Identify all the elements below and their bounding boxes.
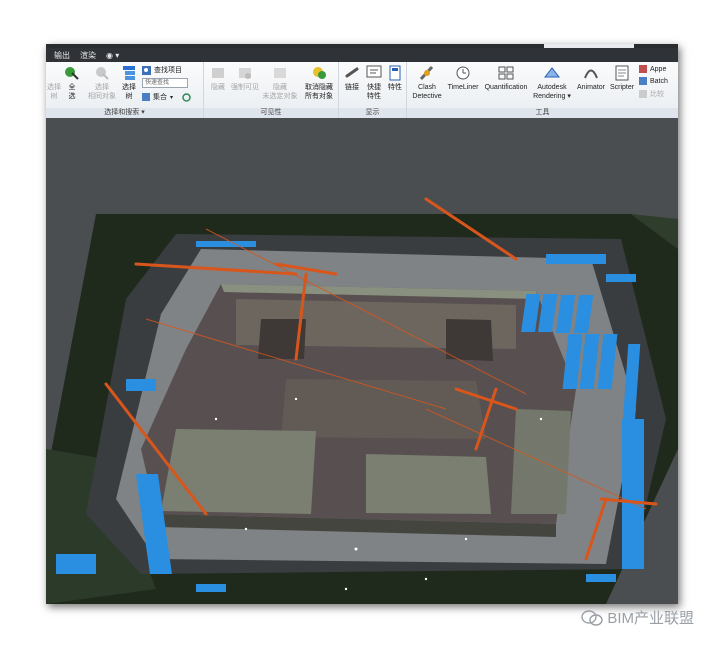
hide-button[interactable]: 隐藏 — [207, 65, 229, 92]
tools-panel-label: 工具 — [407, 108, 678, 118]
menu-item-output[interactable]: 输出 — [54, 50, 70, 61]
construction-site-model — [46, 197, 678, 604]
unhide-all-label: 取消隐藏 所有对象 — [305, 84, 333, 100]
animator-button[interactable]: Animator — [575, 65, 607, 92]
hide-unselected-label: 隐藏 未选定对象 — [262, 84, 298, 100]
clash-detective-label: Clash Detective — [412, 84, 442, 100]
select-same-label: 选择 相同对象 — [88, 84, 116, 100]
sets-dropdown[interactable]: 集合 ▾ — [142, 92, 191, 102]
select-tree-label: 选择 树 — [47, 84, 61, 100]
3d-viewport[interactable] — [46, 119, 678, 604]
hide-unselected-icon — [271, 65, 289, 81]
sets-icon — [142, 93, 150, 101]
select-tree-button-partial[interactable]: 选择 树 — [47, 65, 61, 101]
quick-find-input[interactable]: 快速查找 — [142, 78, 188, 88]
watermark: BIM产业联盟 — [581, 607, 694, 628]
scripter-label: Scripter — [609, 84, 635, 91]
scripter-icon — [613, 65, 631, 81]
animator-label: Animator — [576, 84, 605, 91]
ribbon: 选择 树 全 选 选择 相同对象 选择 树 查找项目 快速查找 集合 ▾ 选择和… — [46, 62, 678, 118]
watermark-text: BIM产业联盟 — [607, 610, 694, 627]
require-button[interactable]: 强制可见 — [228, 65, 262, 92]
refresh-icon[interactable] — [182, 92, 191, 102]
hide-icon — [209, 65, 227, 81]
visibility-panel: 隐藏 强制可见 隐藏 未选定对象 取消隐藏 所有对象 可见性 — [204, 62, 339, 118]
find-items-icon — [142, 65, 151, 75]
find-items-row[interactable]: 查找项目 — [142, 65, 182, 75]
select-all-button[interactable]: 全 选 — [62, 65, 82, 101]
properties-button[interactable]: 特性 — [385, 65, 405, 92]
timeliner-label: TimeLiner — [447, 84, 479, 91]
compare-icon — [639, 90, 647, 98]
rendering-icon — [543, 65, 561, 81]
quick-properties-button[interactable]: 快捷 特性 — [363, 65, 385, 101]
links-button[interactable]: 链接 — [341, 65, 363, 92]
links-label: 链接 — [345, 84, 359, 91]
quick-properties-label: 快捷 特性 — [367, 84, 381, 100]
quantification-button[interactable]: Quantification — [481, 65, 531, 92]
select-panel-label[interactable]: 选择和搜索 ▾ — [46, 108, 203, 118]
app-window: 输出 渲染 ◉ ▾ 选择 树 全 选 选择 相同对象 选择 树 查找项目 快速查… — [46, 44, 678, 604]
roof-zone-center — [366, 454, 491, 514]
select-search-panel: 选择 树 全 选 选择 相同对象 选择 树 查找项目 快速查找 集合 ▾ 选择和… — [46, 62, 204, 118]
hide-label: 隐藏 — [211, 84, 225, 91]
timeliner-button[interactable]: TimeLiner — [445, 65, 481, 92]
appearance-label: Appe — [650, 65, 667, 73]
compare-label: 比较 — [650, 91, 664, 98]
tree-icon — [120, 65, 138, 81]
tools-panel: Clash Detective TimeLiner Quantification… — [407, 62, 678, 118]
selection-tree-button[interactable]: 选择 树 — [120, 65, 138, 101]
clash-detective-icon — [418, 65, 436, 81]
batch-utility-button[interactable]: Batch — [639, 77, 668, 85]
require-icon — [236, 65, 254, 81]
display-panel-label: 显示 — [339, 108, 406, 118]
unhide-all-icon — [310, 65, 328, 81]
autodesk-rendering-label: Autodesk Rendering ▾ — [533, 84, 571, 100]
require-label: 强制可见 — [231, 84, 259, 91]
roof-zone-left — [161, 429, 316, 514]
properties-icon — [386, 65, 404, 81]
scripter-button[interactable]: Scripter — [607, 65, 637, 92]
hide-unselected-button[interactable]: 隐藏 未选定对象 — [260, 65, 300, 101]
select-icon — [46, 65, 63, 81]
wechat-icon — [581, 609, 604, 626]
menu-item-quick-access[interactable]: ◉ ▾ — [106, 51, 119, 60]
link-icon — [343, 65, 361, 81]
batch-icon — [639, 77, 647, 85]
batch-label: Batch — [650, 77, 668, 85]
sets-value: 集合 — [153, 94, 167, 101]
properties-label: 特性 — [388, 84, 402, 91]
menu-bar: 输出 渲染 ◉ ▾ — [46, 48, 678, 62]
courtyard-right — [446, 319, 493, 361]
compare-button[interactable]: 比较 — [639, 89, 664, 99]
chevron-down-icon: ▾ — [170, 94, 174, 101]
appearance-icon — [639, 65, 647, 73]
selection-tree-label: 选择 树 — [122, 84, 136, 100]
select-all-icon — [63, 65, 81, 81]
unhide-all-button[interactable]: 取消隐藏 所有对象 — [300, 65, 338, 101]
find-items-label: 查找项目 — [154, 67, 182, 74]
select-same-icon — [93, 65, 111, 81]
clash-detective-button[interactable]: Clash Detective — [411, 65, 443, 101]
timeliner-icon — [454, 65, 472, 81]
quantification-icon — [497, 65, 515, 81]
appearance-profiler-button[interactable]: Appe — [639, 65, 666, 73]
display-panel: 链接 快捷 特性 特性 显示 — [339, 62, 407, 118]
animator-icon — [582, 65, 600, 81]
visibility-panel-label: 可见性 — [204, 108, 338, 118]
menu-item-render[interactable]: 渲染 — [80, 50, 96, 61]
select-all-label: 全 选 — [68, 84, 76, 100]
quantification-label: Quantification — [484, 84, 528, 91]
autodesk-rendering-button[interactable]: Autodesk Rendering ▾ — [531, 65, 573, 101]
select-same-button[interactable]: 选择 相同对象 — [84, 65, 120, 101]
quick-properties-icon — [365, 65, 383, 81]
